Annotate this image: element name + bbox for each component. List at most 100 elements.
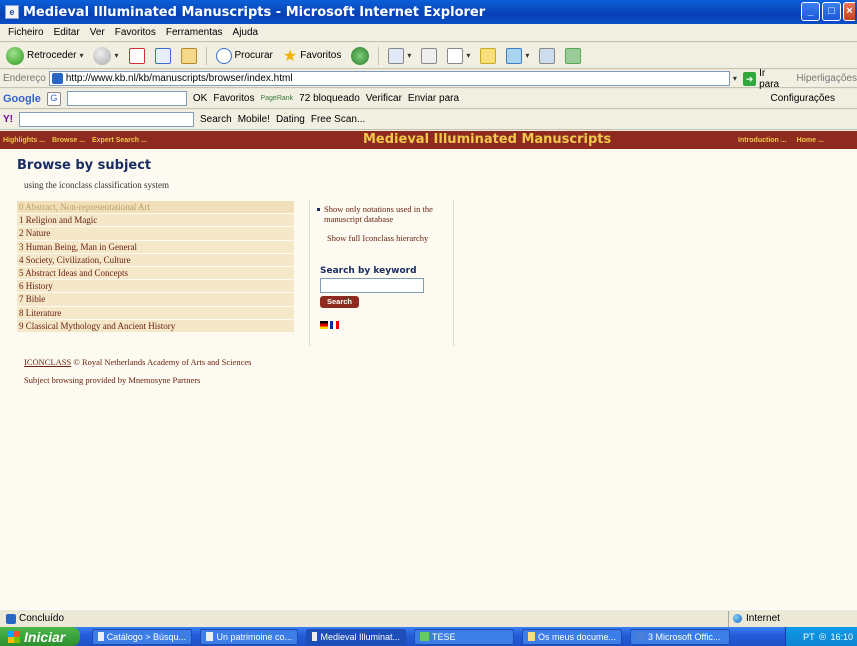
maximize-button[interactable]: □ bbox=[822, 2, 841, 21]
close-button[interactable]: × bbox=[843, 2, 855, 21]
german-flag-icon[interactable] bbox=[320, 321, 328, 329]
menu-help[interactable]: Ajuda bbox=[228, 27, 264, 38]
tray-icon[interactable]: ◎ bbox=[819, 631, 827, 642]
yahoo-freescan-button[interactable]: Free Scan... bbox=[311, 114, 365, 125]
page-icon bbox=[6, 613, 16, 624]
forward-button[interactable]: ▾ bbox=[90, 45, 121, 67]
chevron-down-icon[interactable]: ▾ bbox=[733, 74, 737, 83]
go-arrow-icon: ➜ bbox=[742, 71, 757, 86]
window-title: Medieval Illuminated Manuscripts - Micro… bbox=[23, 4, 486, 20]
mnemosyne-credit: Subject browsing provided by Mnemosyne P… bbox=[24, 375, 201, 385]
subject-item-4[interactable]: 4 Society, Civilization, Culture bbox=[17, 254, 294, 267]
discuss-button[interactable] bbox=[477, 45, 499, 67]
keyword-input[interactable] bbox=[320, 278, 424, 293]
address-bar: Endereço http://www.kb.nl/kb/manuscripts… bbox=[0, 68, 857, 90]
stop-button[interactable] bbox=[126, 45, 148, 67]
check-button[interactable]: Verificar bbox=[366, 93, 402, 104]
links-button[interactable]: Hiperligações bbox=[796, 73, 857, 84]
subject-item-7[interactable]: 7 Bible bbox=[17, 293, 294, 307]
home-button[interactable] bbox=[178, 45, 200, 67]
site-nav-right: Introduction ... Home ... bbox=[738, 137, 832, 144]
nav-introduction[interactable]: Introduction ... bbox=[738, 137, 787, 144]
chevron-down-icon[interactable]: ▾ bbox=[525, 51, 529, 60]
yahoo-logo-icon[interactable]: Y! bbox=[3, 114, 13, 125]
search-button[interactable]: Procurar bbox=[213, 45, 276, 67]
menu-favorites[interactable]: Favoritos bbox=[110, 27, 161, 38]
menu-file[interactable]: Ficheiro bbox=[3, 27, 49, 38]
edit-button[interactable]: ▾ bbox=[444, 45, 473, 67]
minimize-button[interactable]: _ bbox=[801, 2, 820, 21]
folder-icon bbox=[528, 632, 535, 641]
research-button[interactable] bbox=[536, 45, 558, 67]
nav-expert-search[interactable]: Expert Search ... bbox=[92, 137, 147, 144]
taskbar-item[interactable]: Catálogo > Búsqu... bbox=[92, 628, 192, 645]
taskbar-item[interactable]: Os meus docume... bbox=[522, 628, 622, 645]
google-settings-button[interactable]: Configurações bbox=[771, 93, 835, 104]
menu-edit[interactable]: Editar bbox=[49, 27, 85, 38]
google-search-input[interactable] bbox=[66, 91, 187, 106]
subject-item-1[interactable]: 1 Religion and Magic bbox=[17, 214, 294, 228]
menu-tools[interactable]: Ferramentas bbox=[161, 27, 228, 38]
people-icon bbox=[565, 47, 582, 64]
subject-item-2[interactable]: 2 Nature bbox=[17, 227, 294, 241]
zone-text: Internet bbox=[746, 613, 780, 624]
yahoo-dating-button[interactable]: Dating bbox=[276, 114, 305, 125]
nav-browse[interactable]: Browse ... bbox=[52, 137, 85, 144]
send-to-button[interactable]: Enviar para bbox=[408, 93, 459, 104]
mail-button[interactable]: ▾ bbox=[385, 45, 414, 67]
iconclass-link[interactable]: ICONCLASS bbox=[24, 357, 71, 367]
menu-view[interactable]: Ver bbox=[85, 27, 110, 38]
column-divider bbox=[309, 201, 310, 346]
folder-icon bbox=[480, 47, 497, 64]
popup-blocked-button[interactable]: 72 bloqueado bbox=[299, 93, 360, 104]
subject-item-6[interactable]: 6 History bbox=[17, 280, 294, 294]
history-button[interactable] bbox=[348, 45, 372, 67]
chevron-down-icon[interactable]: ▾ bbox=[407, 51, 411, 60]
subject-item-3[interactable]: 3 Human Being, Man in General bbox=[17, 241, 294, 254]
subject-item-5[interactable]: 5 Abstract Ideas and Concepts bbox=[17, 267, 294, 281]
favorites-label: Favoritos bbox=[300, 50, 342, 61]
language-indicator[interactable]: PT bbox=[803, 632, 815, 642]
print-button[interactable] bbox=[418, 45, 440, 67]
google-ok-button[interactable]: OK bbox=[193, 93, 207, 104]
messenger-button[interactable]: ▾ bbox=[503, 45, 532, 67]
contacts-button[interactable] bbox=[562, 45, 584, 67]
chevron-down-icon[interactable]: ▾ bbox=[114, 51, 118, 60]
nav-highlights[interactable]: Highlights ... bbox=[3, 137, 45, 144]
subject-list: 0 Abstract, Non-representational Art 1 R… bbox=[17, 201, 294, 333]
chevron-down-icon[interactable]: ▾ bbox=[466, 51, 470, 60]
google-logo[interactable]: Google bbox=[3, 93, 41, 105]
taskbar: Iniciar Catálogo > Búsqu... Un patrimoin… bbox=[0, 627, 857, 646]
option-notations-link[interactable]: Show only notations used in the manuscri… bbox=[324, 204, 457, 224]
yahoo-search-input[interactable] bbox=[19, 112, 194, 127]
option-hierarchy-link[interactable]: Show full Iconclass hierarchy bbox=[317, 233, 457, 243]
subject-item-8[interactable]: 8 Literature bbox=[17, 307, 294, 320]
chevron-down-icon[interactable]: ▾ bbox=[79, 51, 83, 60]
nav-home[interactable]: Home ... bbox=[797, 137, 824, 144]
iconclass-credit: ICONCLASS © Royal Netherlands Academy of… bbox=[24, 357, 251, 367]
back-button[interactable]: Retroceder ▾ bbox=[3, 45, 86, 67]
search-label: Procurar bbox=[234, 50, 273, 61]
yahoo-mobile-button[interactable]: Mobile! bbox=[238, 114, 270, 125]
french-flag-icon[interactable] bbox=[330, 321, 339, 329]
favorites-button[interactable]: ★ Favoritos bbox=[280, 45, 344, 67]
taskbar-item[interactable]: TESE bbox=[414, 628, 514, 645]
google-g-button[interactable]: G bbox=[46, 91, 61, 106]
taskbar-item[interactable]: Un patrimoine co... bbox=[200, 628, 298, 645]
messenger-icon bbox=[506, 47, 523, 64]
window-title-bar[interactable]: e Medieval Illuminated Manuscripts - Mic… bbox=[0, 0, 857, 24]
yahoo-search-button[interactable]: Search bbox=[200, 114, 232, 125]
site-nav-left: Highlights ... Browse ... Expert Search … bbox=[3, 137, 152, 144]
refresh-button[interactable] bbox=[152, 45, 174, 67]
go-button[interactable]: ➜ Ir para bbox=[742, 68, 787, 90]
taskbar-item[interactable]: 3 Microsoft Offic... bbox=[630, 628, 730, 645]
address-input[interactable]: http://www.kb.nl/kb/manuscripts/browser/… bbox=[48, 71, 730, 86]
subject-item-9[interactable]: 9 Classical Mythology and Ancient Histor… bbox=[17, 320, 294, 333]
taskbar-item[interactable]: Medieval Illuminat... bbox=[306, 628, 406, 645]
search-submit-button[interactable]: Search bbox=[320, 296, 359, 308]
start-button[interactable]: Iniciar bbox=[0, 627, 80, 646]
display-options: Show only notations used in the manuscri… bbox=[317, 204, 457, 243]
google-favorites-button[interactable]: Favoritos bbox=[213, 93, 254, 104]
pagerank-indicator: PageRank bbox=[260, 95, 294, 102]
subject-item-0[interactable]: 0 Abstract, Non-representational Art bbox=[17, 201, 294, 215]
